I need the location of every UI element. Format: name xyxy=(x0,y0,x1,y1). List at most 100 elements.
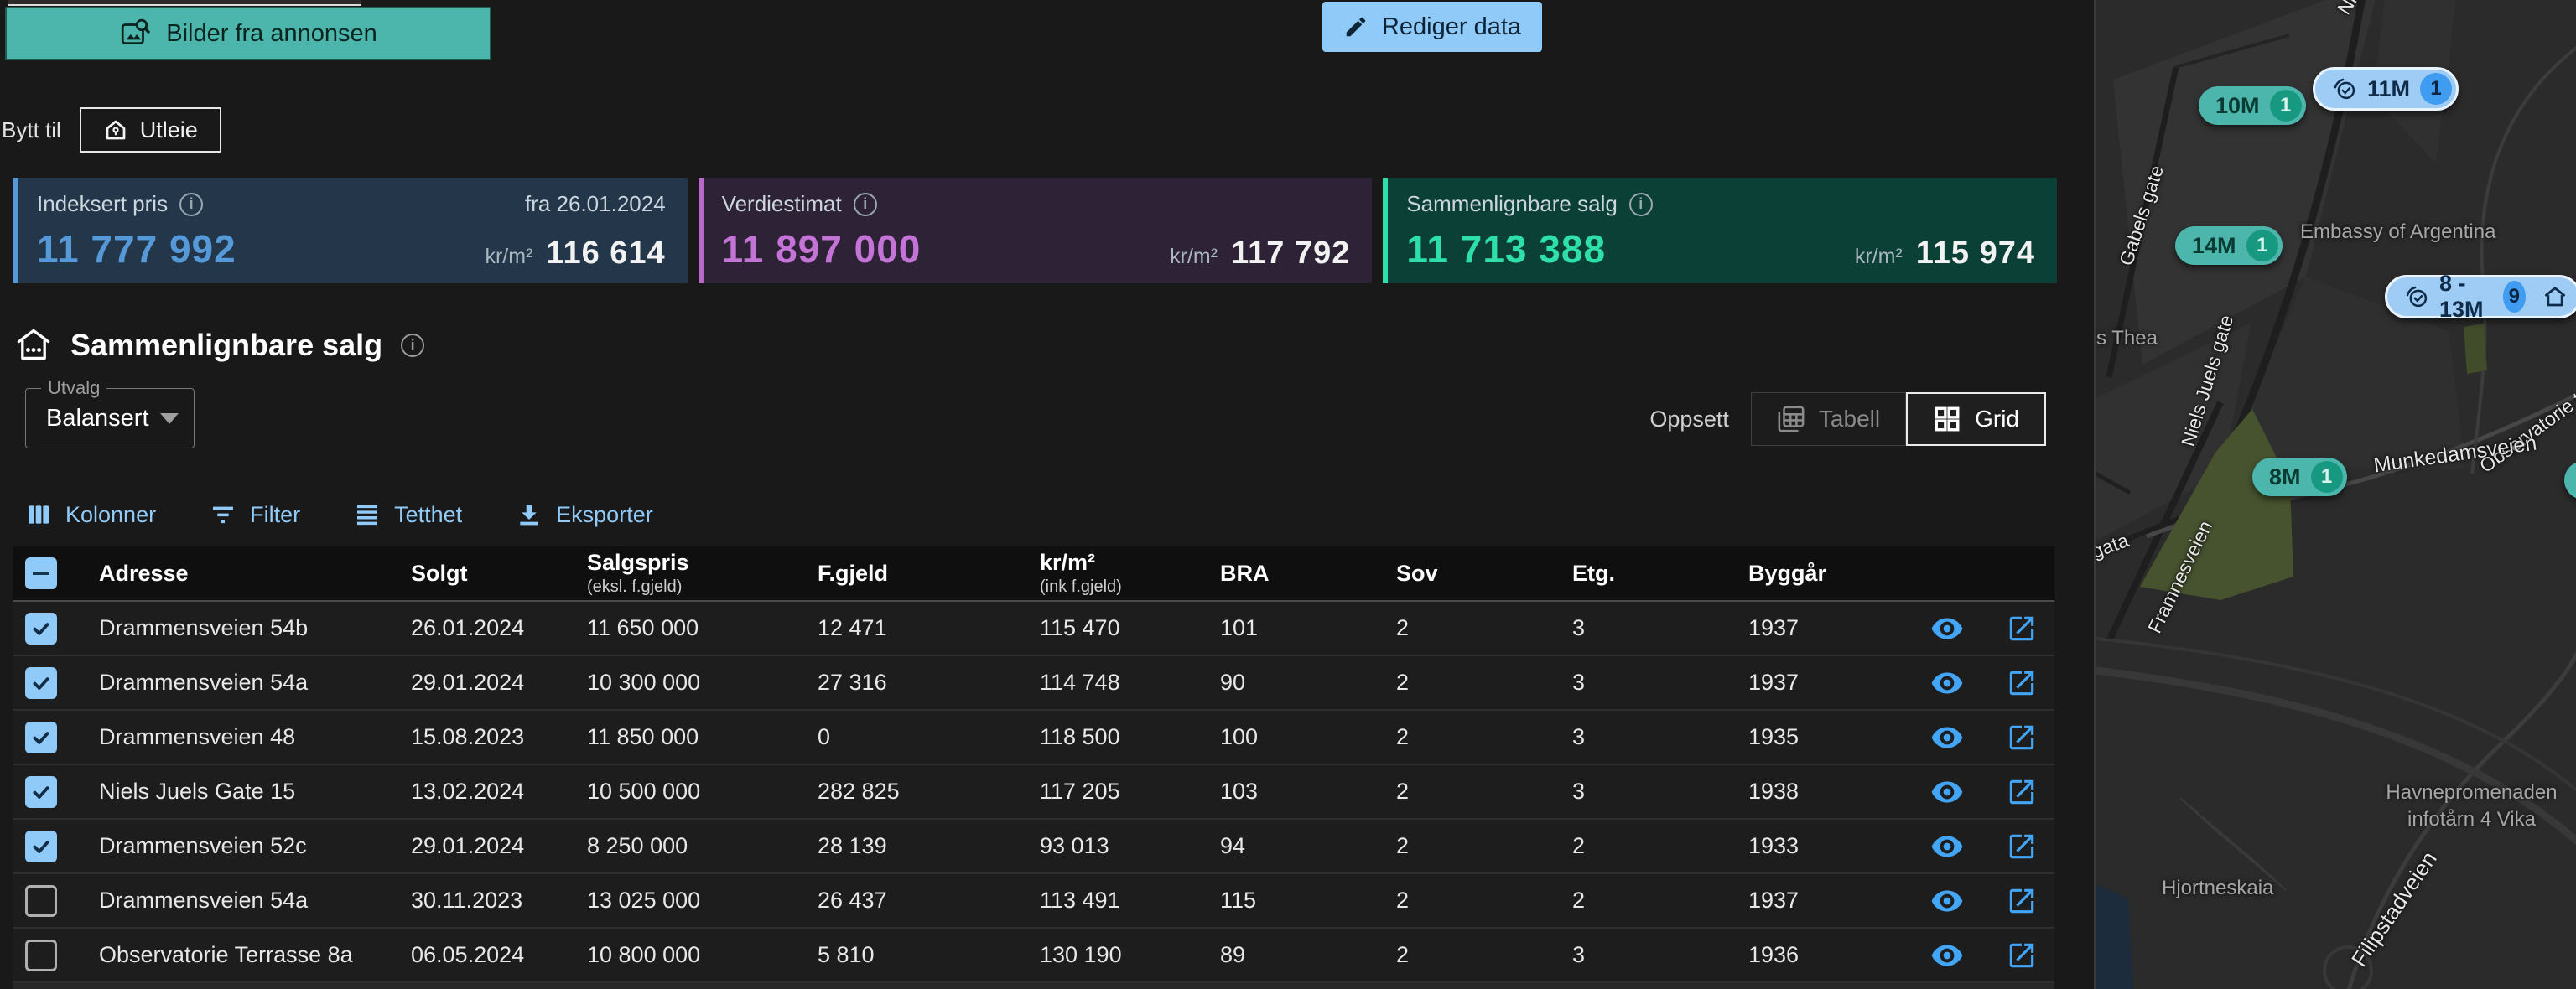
header-sov: Sov xyxy=(1394,561,1571,587)
info-icon[interactable]: i xyxy=(854,193,877,216)
open-in-new-button[interactable] xyxy=(2006,667,2038,699)
table-header-row: Adresse Solgt Salgspris (eksl. f.gjeld) … xyxy=(13,546,2054,602)
open-in-new-button[interactable] xyxy=(2006,940,2038,971)
cell-solgt: 06.05.2024 xyxy=(409,942,585,968)
cell-etg: 3 xyxy=(1571,724,1747,750)
view-eye-button[interactable] xyxy=(1930,884,1964,918)
cell-sov: 2 xyxy=(1394,670,1571,696)
comparable-sales-sqm: 115 974 xyxy=(1916,236,2035,272)
view-eye-button[interactable] xyxy=(1930,830,1964,863)
cell-bra: 94 xyxy=(1218,833,1394,859)
cell-krm2: 117 205 xyxy=(1038,779,1218,805)
map-marker-8m[interactable]: 8M 1 xyxy=(2252,458,2347,496)
table-row[interactable]: Drammensveien 54a 29.01.2024 10 300 000 … xyxy=(13,656,2054,711)
row-checkbox[interactable] xyxy=(25,831,57,862)
table-footer-strip xyxy=(13,983,2054,989)
cell-etg: 3 xyxy=(1571,670,1747,696)
header-fgjeld: F.gjeld xyxy=(816,561,1038,587)
row-checkbox[interactable] xyxy=(25,776,57,808)
cell-adresse: Drammensveien 54a xyxy=(97,888,409,914)
images-from-ad-button[interactable]: Bilder fra annonsen xyxy=(5,7,491,60)
map-marker-10m[interactable]: 10M 1 xyxy=(2199,86,2306,125)
content-panel: Bilder fra annonsen Rediger data Bytt ti… xyxy=(0,0,2094,989)
view-eye-button[interactable] xyxy=(1930,775,1964,809)
cell-salgspris: 10 800 000 xyxy=(585,942,816,968)
cell-fgjeld: 5 810 xyxy=(816,942,1038,968)
row-checkbox[interactable] xyxy=(25,885,57,917)
info-icon[interactable]: i xyxy=(179,193,203,216)
view-eye-button[interactable] xyxy=(1930,939,1964,972)
cell-solgt: 26.01.2024 xyxy=(409,615,585,641)
cell-fgjeld: 26 437 xyxy=(816,888,1038,914)
cell-adresse: Drammensveien 52c xyxy=(97,833,409,859)
map-marker-11m[interactable]: 11M 1 xyxy=(2313,67,2459,111)
layout-tabell-button[interactable]: Tabell xyxy=(1751,392,1906,446)
download-icon xyxy=(516,501,543,528)
filter-button[interactable]: Filter xyxy=(210,501,300,528)
cell-sov: 2 xyxy=(1394,942,1571,968)
row-checkbox[interactable] xyxy=(25,722,57,753)
cell-adresse: Observatorie Terrasse 8a xyxy=(97,942,409,968)
section-title: Sammenlignbare salg xyxy=(70,328,382,363)
open-in-new-button[interactable] xyxy=(2006,613,2038,645)
header-etg: Etg. xyxy=(1571,561,1747,587)
cell-sov: 2 xyxy=(1394,888,1571,914)
selection-dropdown-value: Balansert xyxy=(46,405,149,432)
info-icon[interactable]: i xyxy=(401,334,424,357)
table-row[interactable]: Drammensveien 52c 29.01.2024 8 250 000 2… xyxy=(13,820,2054,874)
table-row[interactable]: Drammensveien 54a 30.11.2023 13 025 000 … xyxy=(13,874,2054,929)
indexed-price-sqm: 116 614 xyxy=(546,236,665,272)
open-in-new-button[interactable] xyxy=(2006,776,2038,808)
indexed-price-date: fra 26.01.2024 xyxy=(525,191,666,217)
map-marker-8-13m[interactable]: 8 - 13M 9 xyxy=(2385,275,2576,318)
select-all-checkbox[interactable] xyxy=(25,557,57,589)
table-row[interactable]: Drammensveien 54b 26.01.2024 11 650 000 … xyxy=(13,602,2054,656)
open-in-new-button[interactable] xyxy=(2006,831,2038,862)
map-canvas xyxy=(2096,0,2576,989)
row-checkbox[interactable] xyxy=(25,667,57,699)
rental-switch-button[interactable]: Utleie xyxy=(80,107,221,153)
table-row[interactable]: Drammensveien 48 15.08.2023 11 850 000 0… xyxy=(13,711,2054,765)
view-eye-button[interactable] xyxy=(1930,666,1964,700)
open-in-new-button[interactable] xyxy=(2006,885,2038,917)
open-in-new-button[interactable] xyxy=(2006,722,2038,753)
density-label: Tetthet xyxy=(394,502,462,528)
images-from-ad-label: Bilder fra annonsen xyxy=(166,20,377,48)
comparable-sales-unit: kr/m² xyxy=(1855,245,1903,269)
selection-dropdown[interactable]: Utvalg Balansert xyxy=(25,388,195,448)
cell-solgt: 13.02.2024 xyxy=(409,779,585,805)
pencil-icon xyxy=(1343,14,1368,39)
map-panel[interactable]: Niels Ju Gabels gate Embassy of Argentin… xyxy=(2094,0,2576,989)
row-checkbox[interactable] xyxy=(25,613,57,645)
row-checkbox[interactable] xyxy=(25,940,57,971)
table-icon xyxy=(1777,405,1805,433)
table-row[interactable]: Observatorie Terrasse 8a 06.05.2024 10 8… xyxy=(13,929,2054,983)
cell-solgt: 29.01.2024 xyxy=(409,833,585,859)
density-button[interactable]: Tetthet xyxy=(354,501,462,528)
cell-salgspris: 10 300 000 xyxy=(585,670,816,696)
layout-grid-button[interactable]: Grid xyxy=(1906,392,2046,446)
cell-byggar: 1935 xyxy=(1747,724,1906,750)
export-button[interactable]: Eksporter xyxy=(516,501,653,528)
sold-check-icon xyxy=(2404,284,2429,309)
view-eye-button[interactable] xyxy=(1930,612,1964,645)
marker-price-label: 8M xyxy=(2269,464,2301,490)
switch-to-label: Bytt til xyxy=(2,117,61,143)
cell-bra: 101 xyxy=(1218,615,1394,641)
columns-button[interactable]: Kolonner xyxy=(25,501,156,528)
table-toolbar: Kolonner Filter Tetthet xyxy=(25,501,653,528)
cropped-element-above xyxy=(8,0,361,6)
app-root: Bilder fra annonsen Rediger data Bytt ti… xyxy=(0,0,2576,989)
edit-data-button[interactable]: Rediger data xyxy=(1322,2,1542,52)
table-row[interactable]: Niels Juels Gate 15 13.02.2024 10 500 00… xyxy=(13,765,2054,820)
cell-byggar: 1938 xyxy=(1747,779,1906,805)
info-icon[interactable]: i xyxy=(1629,193,1653,216)
cell-byggar: 1933 xyxy=(1747,833,1906,859)
cell-sov: 2 xyxy=(1394,724,1571,750)
cell-etg: 2 xyxy=(1571,888,1747,914)
map-marker-14m[interactable]: 14M 1 xyxy=(2175,226,2283,265)
sold-check-icon xyxy=(2332,76,2357,101)
value-estimate-title: Verdiestimat xyxy=(722,191,842,217)
marker-price-label: 11M xyxy=(2367,76,2410,102)
view-eye-button[interactable] xyxy=(1930,721,1964,754)
